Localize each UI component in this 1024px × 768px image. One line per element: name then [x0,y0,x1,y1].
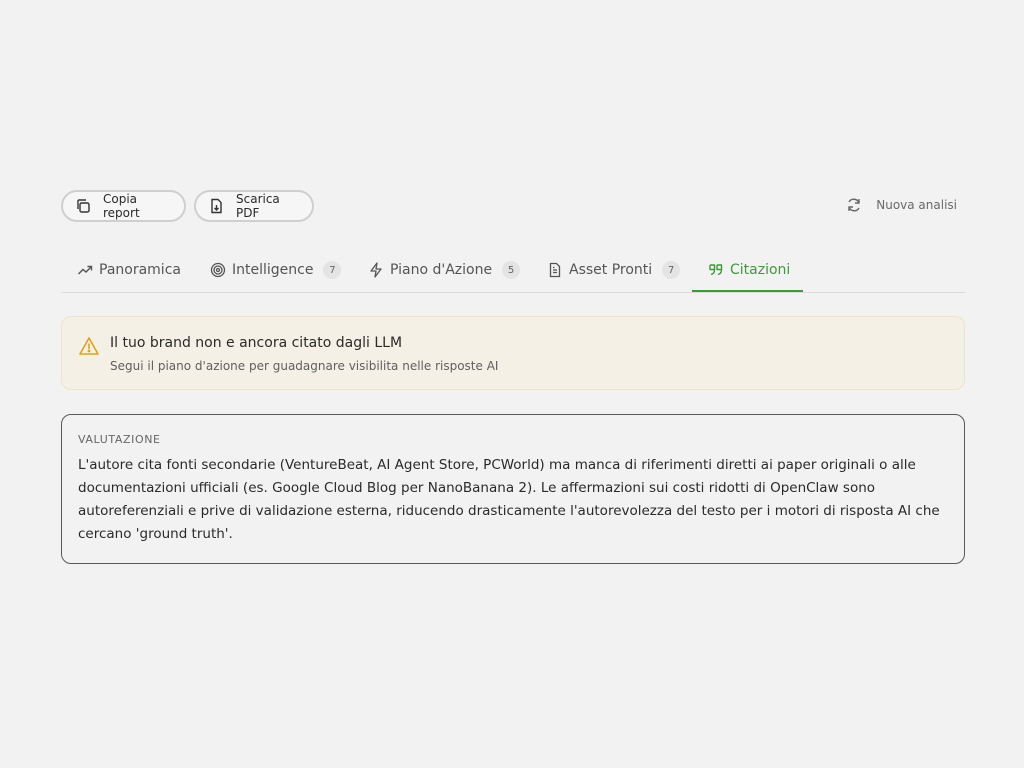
new-analysis-label: Nuova analisi [876,198,957,212]
copy-report-label: Copia report [103,192,140,220]
copy-report-button[interactable]: Copia report [61,190,186,222]
count-badge: 5 [502,261,521,279]
evaluation-label: VALUTAZIONE [78,433,161,446]
evaluation-card: VALUTAZIONE L'autore cita fonti secondar… [61,414,965,564]
count-badge: 7 [323,261,342,279]
trending-up-icon [77,262,93,278]
copy-icon [75,198,91,214]
new-analysis-button[interactable]: Nuova analisi [846,197,957,213]
evaluation-text: L'autore cita fonti secondarie (VentureB… [78,457,940,542]
target-icon [210,262,226,278]
tab-piano-azione[interactable]: Piano d'Azione 5 [368,250,521,290]
download-pdf-button[interactable]: Scarica PDF [194,190,314,222]
tab-label: Panoramica [99,262,181,278]
tab-asset-pronti[interactable]: Asset Pronti 7 [547,250,681,290]
warning-icon [79,336,99,356]
refresh-icon [846,197,862,213]
download-pdf-label: Scarica PDF [236,192,280,220]
file-download-icon [208,198,224,214]
tab-panoramica[interactable]: Panoramica [77,250,181,290]
warning-alert: Il tuo brand non e ancora citato dagli L… [61,316,965,390]
toolbar: Copia report Scarica PDF Nuova analisi [61,190,965,222]
alert-title: Il tuo brand non e ancora citato dagli L… [110,335,403,351]
tab-label: Citazioni [730,262,791,278]
count-badge: 7 [662,261,681,279]
tab-intelligence[interactable]: Intelligence 7 [210,250,342,290]
lightning-icon [368,262,384,278]
quote-icon [708,262,724,278]
tab-label: Asset Pronti [569,262,653,278]
tab-bar: Panoramica Intelligence 7 Piano d'Azione… [61,250,965,293]
page: Copia report Scarica PDF Nuova analisi P… [0,0,1024,768]
document-icon [547,262,563,278]
tab-label: Piano d'Azione [390,262,493,278]
alert-subtitle: Segui il piano d'azione per guadagnare v… [110,359,499,373]
tab-label: Intelligence [232,262,314,278]
tab-citazioni[interactable]: Citazioni [692,250,803,292]
